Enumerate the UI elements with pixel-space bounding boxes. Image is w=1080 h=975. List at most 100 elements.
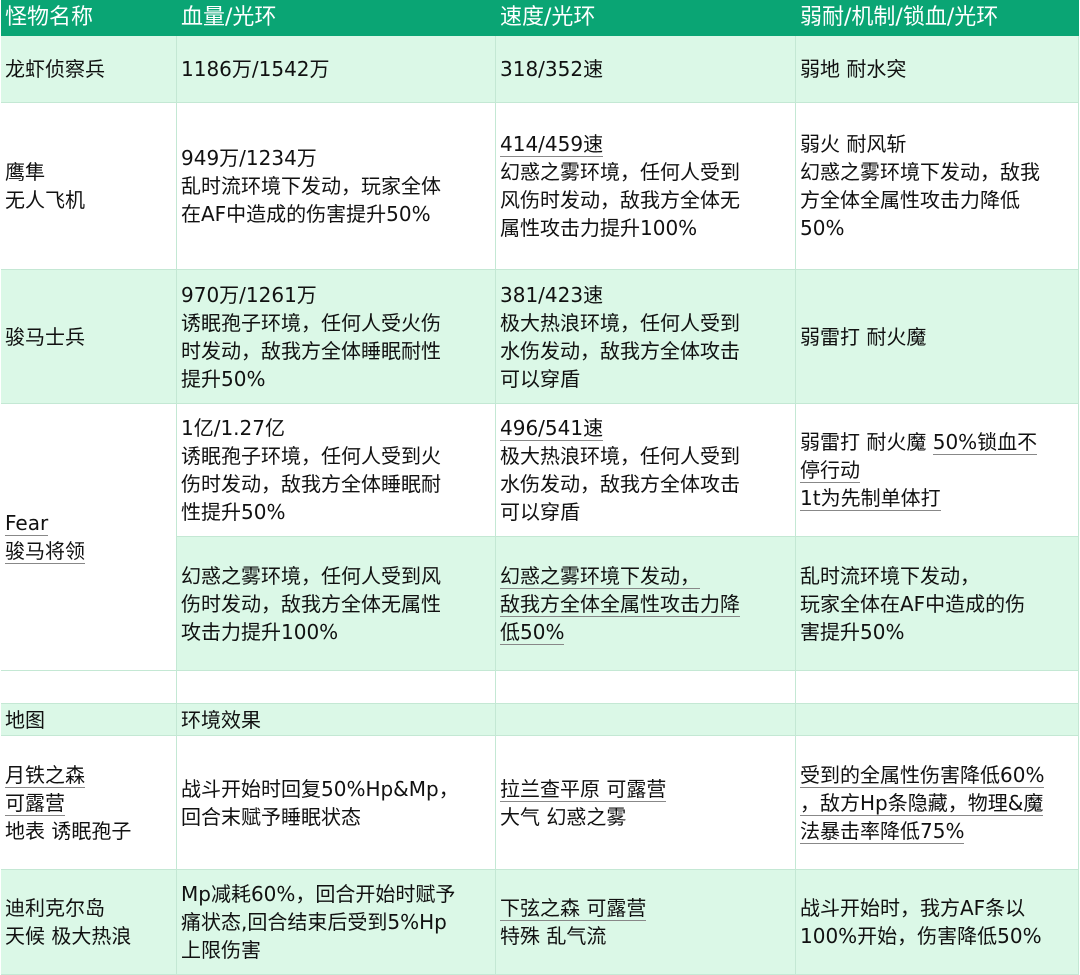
cell-line: 381/423速 (500, 281, 792, 309)
table-cell: 970万/1261万 诱眠孢子环境，任何人受火伤 时发动，敌我方全体睡眠耐性 提升50… (177, 270, 496, 404)
cell-line: 可以穿盾 (500, 365, 792, 393)
cell-line: 幻惑之雾环境下发动，敌我 (800, 158, 1075, 186)
table-cell (1, 671, 177, 704)
cell-line: 极大热浪环境，任何人受到 (500, 309, 792, 337)
table-cell: 战斗开始时，我方AF条以 100%开始，伤害降低50% (796, 870, 1079, 975)
table-cell: 949万/1234万 乱时流环境下发动，玩家全体 在AF中造成的伤害提升50% (177, 103, 496, 270)
table-cell: 幻惑之雾环境下发动， 敌我方全体全属性攻击力降 低50% (496, 537, 796, 671)
cell-text: 100%开始，伤害降低50% (800, 924, 1042, 948)
table-cell: 381/423速 极大热浪环境，任何人受到 水伤发动，敌我方全体攻击 可以穿盾 (496, 270, 796, 404)
cell-text: 可以穿盾 (500, 500, 580, 524)
cell-line: 无人飞机 (5, 186, 173, 214)
cell-text: 地表 诱眠孢子 (5, 818, 132, 843)
cell-line: 诱眠孢子环境，任何人受到火 (181, 442, 492, 470)
cell-text: 上限伤害 (181, 938, 261, 962)
cell-line: 100%开始，伤害降低50% (800, 922, 1075, 950)
cell-line: 可露营 (5, 789, 173, 817)
cell-line: 性提升50% (181, 498, 492, 526)
table-cell: Mp减耗60%，回合开始时赋予 痛状态,回合结束后受到5%Hp 上限伤害 (177, 870, 496, 975)
table-cell: 受到的全属性伤害降低60% ，敌方Hp条隐藏，物理&魔 法暴击率降低75% (796, 736, 1079, 870)
cell-line: 地图 (5, 706, 173, 734)
cell-text: 特殊 乱气流 (500, 924, 607, 948)
cell-text: 诱眠孢子环境，任何人受火伤 (181, 310, 441, 335)
table-cell: Fear 骏马将领 (1, 404, 177, 671)
cell-line: 伤时发动，敌我方全体无属性 (181, 590, 492, 618)
cell-line: 环境效果 (181, 706, 492, 734)
cell-line: 可以穿盾 (500, 498, 792, 526)
cell-line: 1t为先制单体打 (800, 484, 1075, 512)
table-cell (496, 704, 796, 736)
cell-line: 水伤发动，敌我方全体攻击 (500, 337, 792, 365)
monster-table: 怪物名称 血量/光环 速度/光环 弱耐/机制/锁血/光环 龙虾侦察兵 1186万/1542… (1, 0, 1079, 975)
table-cell: 乱时流环境下发动， 玩家全体在AF中造成的伤 害提升50% (796, 537, 1079, 671)
cell-text: 风伤时发动，敌我方全体无 (500, 188, 740, 212)
cell-line: 骏马士兵 (5, 323, 173, 351)
cell-text: 弱雷打 耐火魔 (800, 430, 933, 454)
cell-line: 攻击力提升100% (181, 618, 492, 646)
cell-line: 414/459速 (500, 130, 792, 158)
cell-text: 381/423速 (500, 282, 604, 307)
cell-text: 可露营 (5, 790, 65, 816)
cell-text: 水伤发动，敌我方全体攻击 (500, 338, 740, 363)
cell-text: 战斗开始时，我方AF条以 (800, 896, 1026, 920)
cell-line: 上限伤害 (181, 936, 492, 964)
cell-line: 极大热浪环境，任何人受到 (500, 442, 792, 470)
cell-text: 攻击力提升100% (181, 619, 339, 644)
cell-text: 伤时发动，敌我方全体无属性 (181, 591, 441, 616)
table-cell: 下弦之森 可露营 特殊 乱气流 (496, 870, 796, 975)
cell-text: 1186万/1542万 (181, 57, 330, 81)
cell-text: 弱耐/机制/锁血/光环 (800, 4, 999, 30)
cell-text: 龙虾侦察兵 (5, 57, 105, 81)
table-cell: 1186万/1542万 (177, 36, 496, 103)
cell-text: 949万/1234万 (181, 146, 317, 170)
cell-text: 低50% (500, 619, 565, 645)
table-header-cell: 血量/光环 (177, 0, 496, 36)
table-cell (796, 671, 1079, 704)
table-cell: 拉兰查平原 可露营 大气 幻惑之雾 (496, 736, 796, 870)
cell-line: 血量/光环 (181, 4, 492, 32)
cell-text: 害提升50% (800, 619, 905, 644)
cell-text: 水伤发动，敌我方全体攻击 (500, 472, 740, 496)
table-cell (496, 671, 796, 704)
cell-line: 月铁之森 (5, 761, 173, 789)
table-header-cell: 速度/光环 (496, 0, 796, 36)
cell-text: 环境效果 (181, 707, 261, 732)
cell-text: 幻惑之雾环境下发动，敌我 (800, 160, 1040, 184)
cell-text: 提升50% (181, 366, 266, 391)
cell-line: 在AF中造成的伤害提升50% (181, 200, 492, 228)
cell-line: 敌我方全体全属性攻击力降 (500, 590, 792, 618)
table-cell: 鹰隼 无人飞机 (1, 103, 177, 270)
cell-text: Fear (5, 511, 49, 536)
cell-text: 月铁之森 (5, 762, 85, 788)
cell-line: 乱时流环境下发动，玩家全体 (181, 172, 492, 200)
cell-line: 弱火 耐风斩 (800, 130, 1075, 158)
cell-line: 318/352速 (500, 55, 792, 83)
cell-text: 天候 极大热浪 (5, 924, 132, 948)
cell-text: 乱时流环境下发动， (800, 563, 980, 588)
table-header-cell: 弱耐/机制/锁血/光环 (796, 0, 1079, 36)
cell-text: 战斗开始时回复50%Hp&Mp， (181, 776, 459, 801)
cell-text: 速度/光环 (500, 4, 596, 30)
table-cell: 496/541速 极大热浪环境，任何人受到 水伤发动，敌我方全体攻击 可以穿盾 (496, 404, 796, 537)
cell-line: 害提升50% (800, 618, 1075, 646)
cell-line: 风伤时发动，敌我方全体无 (500, 186, 792, 214)
cell-text: 无人飞机 (5, 188, 85, 212)
table-cell: 弱雷打 耐火魔 50%锁血不 停行动 1t为先制单体打 (796, 404, 1079, 537)
table-cell: 环境效果 (177, 704, 496, 736)
cell-text: 诱眠孢子环境，任何人受到火 (181, 444, 441, 468)
cell-text: 下弦之森 可露营 (500, 896, 647, 921)
table-cell: 414/459速 幻惑之雾环境，任何人受到 风伤时发动，敌我方全体无 属性攻击力提升1… (496, 103, 796, 270)
cell-line: 属性攻击力提升100% (500, 214, 792, 242)
cell-text: 50% (800, 216, 845, 240)
cell-text: 性提升50% (181, 500, 286, 524)
table-cell: 弱雷打 耐火魔 (796, 270, 1079, 404)
cell-line: 痛状态,回合结束后受到5%Hp (181, 908, 492, 936)
cell-text: 迪利克尔岛 (5, 896, 105, 920)
cell-line: 1亿/1.27亿 (181, 414, 492, 442)
cell-line: 提升50% (181, 365, 492, 393)
cell-line: 骏马将领 (5, 537, 173, 565)
cell-line: 诱眠孢子环境，任何人受火伤 (181, 309, 492, 337)
cell-text: 弱地 耐水突 (800, 57, 907, 81)
cell-text: 痛状态,回合结束后受到5%Hp (181, 910, 447, 934)
cell-text: 方全体全属性攻击力降低 (800, 188, 1020, 212)
